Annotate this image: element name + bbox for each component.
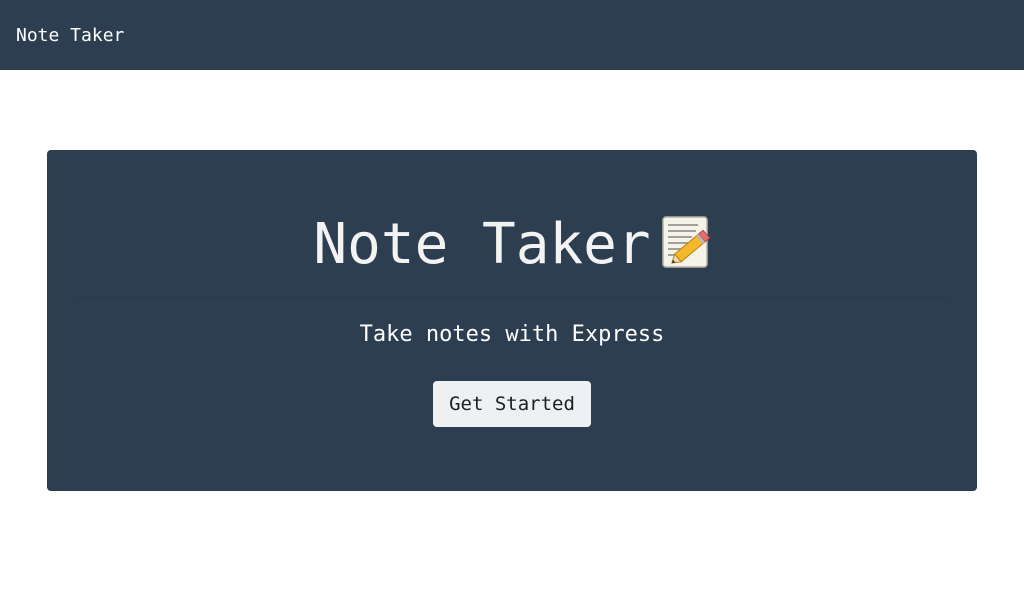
hero-jumbotron: Note Taker Take notes with Express Get S… [47,150,977,491]
navbar: Note Taker [0,0,1024,70]
get-started-button[interactable]: Get Started [433,381,591,427]
hero-title-text: Note Taker [313,212,651,277]
hero-lead-text: Take notes with Express [359,322,665,347]
hero-divider [79,297,945,298]
navbar-brand-link[interactable]: Note Taker [16,25,124,46]
memo-pencil-icon [661,215,711,269]
hero-title: Note Taker [47,210,977,280]
